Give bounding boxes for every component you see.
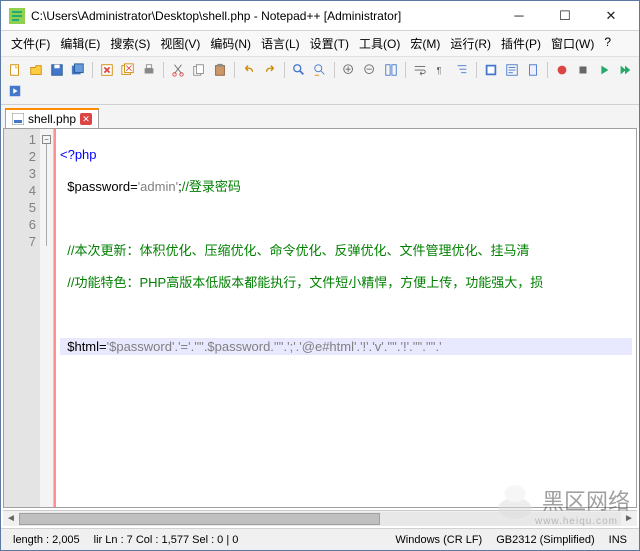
menu-search[interactable]: 搜索(S) [106, 33, 154, 54]
menu-edit[interactable]: 编辑(E) [56, 33, 104, 54]
menu-file[interactable]: 文件(F) [7, 33, 54, 54]
close-button[interactable]: ✕ [589, 2, 633, 30]
status-insert-mode: INS [603, 534, 633, 546]
menu-window[interactable]: 窗口(W) [547, 33, 598, 54]
paste-icon[interactable] [210, 60, 230, 80]
replace-icon[interactable] [310, 60, 330, 80]
menu-run[interactable]: 运行(R) [446, 33, 495, 54]
save-icon[interactable] [47, 60, 67, 80]
save-all-icon[interactable] [68, 60, 88, 80]
play-macro-icon[interactable] [594, 60, 614, 80]
doc-map-icon[interactable] [523, 60, 543, 80]
toolbar: ¶ [1, 57, 639, 105]
find-icon[interactable] [289, 60, 309, 80]
svg-text:¶: ¶ [437, 66, 442, 76]
menu-encoding[interactable]: 编码(N) [206, 33, 255, 54]
wrap-icon[interactable] [410, 60, 430, 80]
status-bar: length : 2,005 lir Ln : 7 Col : 1,577 Se… [1, 528, 639, 550]
horizontal-scrollbar[interactable]: ◄ ► [3, 510, 637, 526]
app-icon [9, 8, 25, 24]
minimize-button[interactable]: ─ [497, 2, 541, 30]
scroll-right-icon[interactable]: ► [621, 512, 637, 526]
tab-shell-php[interactable]: shell.php ✕ [5, 108, 99, 128]
redo-icon[interactable] [260, 60, 280, 80]
fold-toggle-icon[interactable]: − [42, 135, 51, 144]
menu-tools[interactable]: 工具(O) [355, 33, 404, 54]
function-list-icon[interactable] [502, 60, 522, 80]
close-all-icon[interactable] [118, 60, 138, 80]
menu-macro[interactable]: 宏(M) [406, 33, 444, 54]
open-file-icon[interactable] [26, 60, 46, 80]
menu-settings[interactable]: 设置(T) [306, 33, 353, 54]
sync-scroll-icon[interactable] [381, 60, 401, 80]
status-length: length : 2,005 [7, 534, 86, 546]
print-icon[interactable] [139, 60, 159, 80]
copy-icon[interactable] [189, 60, 209, 80]
menu-language[interactable]: 语言(L) [257, 33, 304, 54]
play-multi-icon[interactable] [615, 60, 635, 80]
menu-bar: 文件(F) 编辑(E) 搜索(S) 视图(V) 编码(N) 语言(L) 设置(T… [1, 31, 639, 57]
zoom-in-icon[interactable] [339, 60, 359, 80]
menu-view[interactable]: 视图(V) [156, 33, 204, 54]
status-position: lir Ln : 7 Col : 1,577 Sel : 0 | 0 [88, 534, 245, 546]
cut-icon[interactable] [168, 60, 188, 80]
file-icon [12, 113, 24, 125]
tab-close-icon[interactable]: ✕ [80, 113, 92, 125]
window-title: C:\Users\Administrator\Desktop\shell.php… [31, 9, 497, 23]
editor[interactable]: 1 2 3 4 5 6 7 − <?php $password='admin';… [3, 128, 637, 508]
stop-macro-icon[interactable] [573, 60, 593, 80]
code-area[interactable]: <?php $password='admin';//登录密码 //本次更新：体积… [54, 129, 636, 507]
line-number-gutter: 1 2 3 4 5 6 7 [4, 129, 40, 507]
save-macro-icon[interactable] [5, 81, 25, 101]
indent-guide-icon[interactable] [452, 60, 472, 80]
folder-as-workspace-icon[interactable] [481, 60, 501, 80]
zoom-out-icon[interactable] [360, 60, 380, 80]
tab-filename: shell.php [28, 112, 76, 126]
maximize-button[interactable]: ☐ [543, 2, 587, 30]
show-all-chars-icon[interactable]: ¶ [431, 60, 451, 80]
record-macro-icon[interactable] [552, 60, 572, 80]
undo-icon[interactable] [239, 60, 259, 80]
menu-help[interactable]: ? [600, 33, 615, 54]
scroll-left-icon[interactable]: ◄ [3, 512, 19, 526]
close-file-icon[interactable] [97, 60, 117, 80]
new-file-icon[interactable] [5, 60, 25, 80]
fold-margin[interactable]: − [40, 129, 54, 507]
status-line-ending: Windows (CR LF) [389, 534, 488, 546]
status-encoding: GB2312 (Simplified) [490, 534, 600, 546]
menu-plugins[interactable]: 插件(P) [497, 33, 545, 54]
scrollbar-thumb[interactable] [19, 513, 380, 525]
